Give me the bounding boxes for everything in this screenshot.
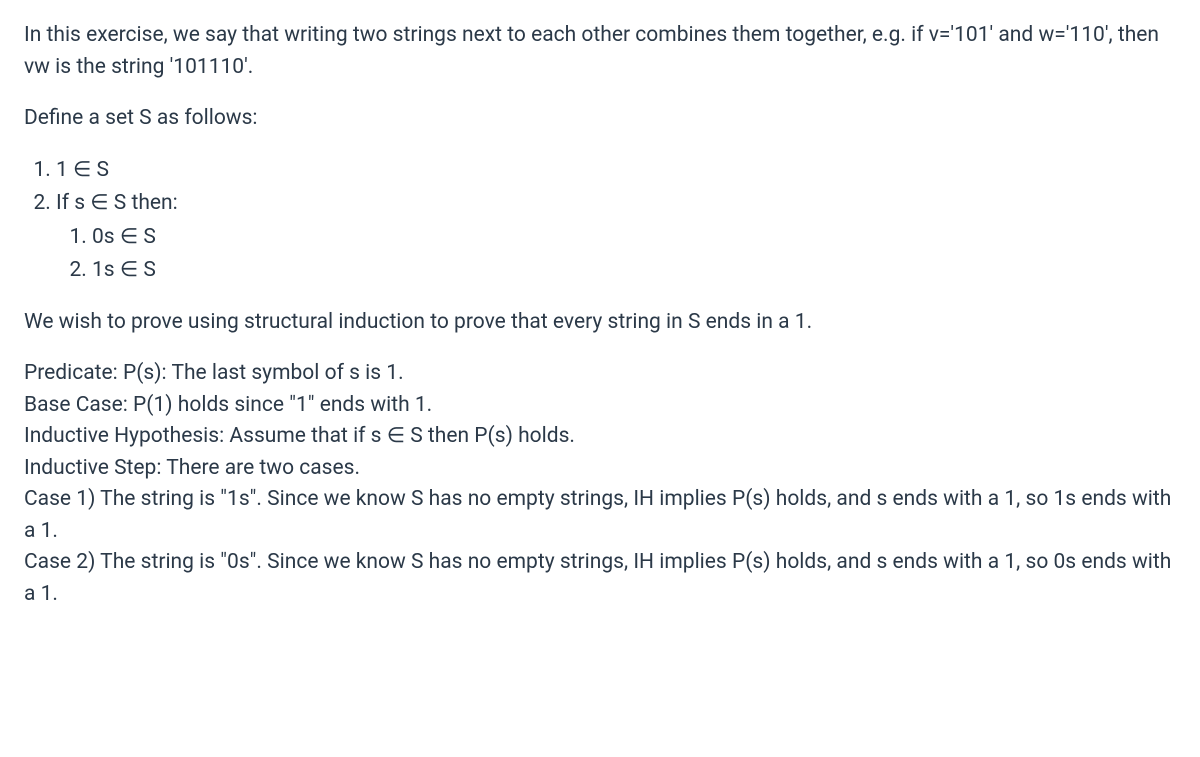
definition-list: 1 ∈ S If s ∈ S then: 0s ∈ S 1s ∈ S <box>24 155 1176 287</box>
case-1-line: Case 1) The string is "1s". Since we kno… <box>24 484 1176 547</box>
inductive-step-line: Inductive Step: There are two cases. <box>24 453 1176 485</box>
subrule-2b: 1s ∈ S <box>92 255 1176 287</box>
rule-1: 1 ∈ S <box>56 155 1176 187</box>
inductive-hypothesis-line: Inductive Hypothesis: Assume that if s ∈… <box>24 421 1176 453</box>
goal-paragraph: We wish to prove using structural induct… <box>24 307 1176 339</box>
intro-paragraph: In this exercise, we say that writing tw… <box>24 20 1176 83</box>
proof-section: Predicate: P(s): The last symbol of s is… <box>24 358 1176 610</box>
subrule-list: 0s ∈ S 1s ∈ S <box>56 222 1176 287</box>
rule-2: If s ∈ S then: 0s ∈ S 1s ∈ S <box>56 188 1176 287</box>
base-case-line: Base Case: P(1) holds since "1" ends wit… <box>24 390 1176 422</box>
subrule-2a: 0s ∈ S <box>92 222 1176 254</box>
predicate-line: Predicate: P(s): The last symbol of s is… <box>24 358 1176 390</box>
define-line: Define a set S as follows: <box>24 103 1176 135</box>
case-2-line: Case 2) The string is "0s". Since we kno… <box>24 547 1176 610</box>
rule-2-text: If s ∈ S then: <box>56 191 178 215</box>
